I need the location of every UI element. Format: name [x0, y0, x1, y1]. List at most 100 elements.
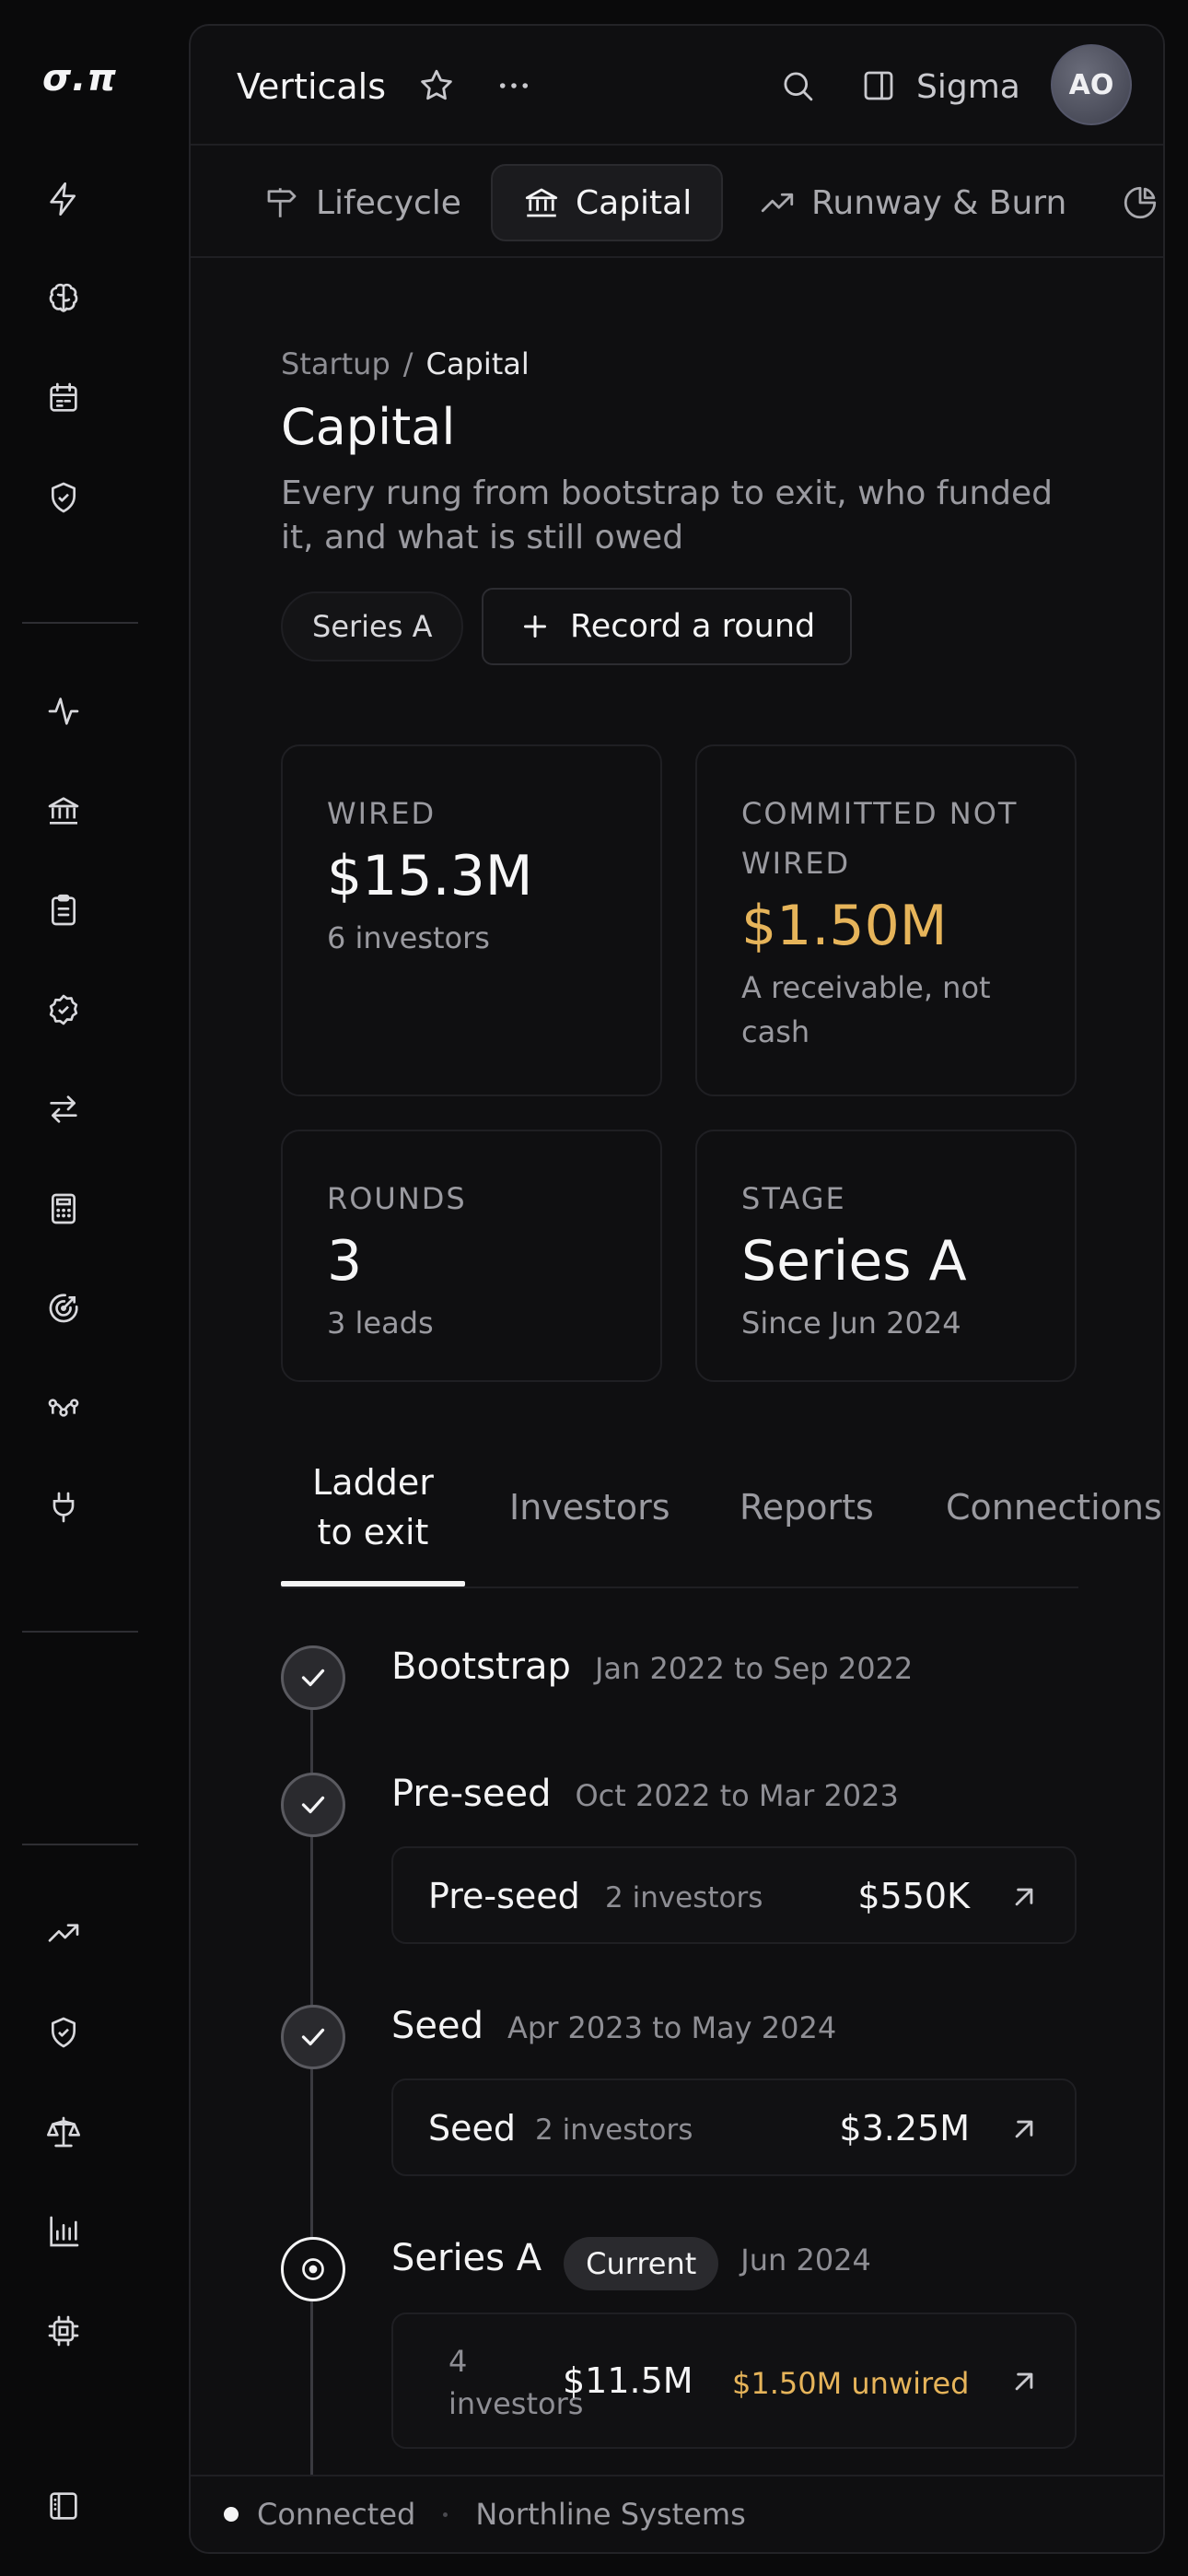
- stat-label: WIRED: [327, 796, 437, 831]
- tab-ladder-to-exit[interactable]: Ladder to exit: [299, 1458, 447, 1557]
- stage-title: Bootstrap Jan 2022 to Sep 2022: [391, 1645, 913, 1688]
- tab-connections[interactable]: Connections: [946, 1482, 1162, 1532]
- star-icon[interactable]: [417, 66, 456, 105]
- main-panel: Verticals Sigma AO Lifecycle Capital Run…: [189, 24, 1165, 2554]
- breadcrumb-parent[interactable]: Startup: [281, 346, 390, 381]
- scale-icon[interactable]: [40, 2108, 87, 2156]
- section-tabs-divider: [281, 1587, 1078, 1588]
- tab-investors[interactable]: Investors: [509, 1482, 670, 1532]
- active-tab-indicator: [281, 1581, 465, 1587]
- stage-dates: Apr 2023 to May 2024: [507, 2010, 837, 2045]
- round-unwired: $1.50M unwired: [732, 2366, 970, 2401]
- bank-icon[interactable]: [40, 787, 87, 835]
- chip-icon[interactable]: [40, 2307, 87, 2355]
- page-title: Capital: [281, 398, 456, 456]
- activity-icon[interactable]: [40, 687, 87, 735]
- stat-card-rounds: ROUNDS 3 3 leads: [281, 1130, 662, 1382]
- rail-divider: [22, 622, 138, 624]
- arrows-exchange-icon[interactable]: [40, 1085, 87, 1133]
- stage-node-done: [281, 2005, 345, 2069]
- shield-icon[interactable]: [40, 2008, 87, 2056]
- check-icon: [297, 2020, 330, 2054]
- stage-title: Seed Apr 2023 to May 2024: [391, 2005, 836, 2047]
- tab-capital[interactable]: Capital: [491, 164, 724, 241]
- round-investors: 2 investors: [535, 2113, 693, 2147]
- round-amount: $3.25M: [839, 2108, 970, 2149]
- stat-label: STAGE: [741, 1181, 846, 1216]
- stage-dates: Jan 2022 to Sep 2022: [594, 1651, 914, 1686]
- organization-name[interactable]: Northline Systems: [475, 2497, 745, 2532]
- panel-toggle-icon[interactable]: [859, 66, 898, 105]
- tab-overflow[interactable]: [1091, 164, 1163, 241]
- stage-dates: Jun 2024: [740, 2242, 871, 2277]
- tab-label: Lifecycle: [316, 183, 461, 222]
- signpost-icon: [262, 183, 301, 222]
- status-separator: [443, 2512, 448, 2517]
- avatar[interactable]: AO: [1051, 44, 1132, 125]
- stage-name: Seed: [391, 2005, 483, 2047]
- record-round-label: Record a round: [570, 608, 816, 645]
- stat-card-stage: STAGE Series A Since Jun 2024: [695, 1130, 1077, 1382]
- open-round-icon[interactable]: [1007, 1879, 1042, 1914]
- round-name: Pre-seed: [428, 1876, 580, 1916]
- round-row[interactable]: Pre-seed 2 investors $550K: [391, 1846, 1077, 1944]
- more-options-icon[interactable]: [495, 66, 533, 105]
- app-logo[interactable]: σ.π: [42, 57, 117, 100]
- connection-status: Connected: [257, 2497, 416, 2532]
- plug-icon[interactable]: [40, 1483, 87, 1531]
- check-icon: [297, 1788, 330, 1821]
- trending-up-icon: [758, 183, 797, 222]
- stage-node-done: [281, 1773, 345, 1837]
- tab-label: Runway & Burn: [811, 183, 1067, 222]
- stat-value: $1.50M: [741, 894, 948, 958]
- stage-dates: Oct 2022 to Mar 2023: [575, 1778, 899, 1813]
- brain-icon[interactable]: [40, 275, 87, 322]
- search-icon[interactable]: [778, 66, 817, 105]
- record-round-button[interactable]: Record a round: [482, 588, 853, 665]
- stat-note: 6 investors: [327, 920, 490, 955]
- stage-name: Series A: [391, 2237, 542, 2279]
- stage-chip[interactable]: Series A: [281, 591, 464, 662]
- sidebar-toggle-icon[interactable]: [40, 2482, 87, 2530]
- network-icon[interactable]: [40, 1384, 87, 1432]
- stat-label: COMMITTED NOT WIRED: [741, 796, 1019, 881]
- trending-up-icon[interactable]: [40, 1909, 87, 1957]
- plus-icon: [518, 610, 552, 643]
- shield-check-icon[interactable]: [40, 474, 87, 521]
- round-investors: 4 investors: [448, 2344, 584, 2421]
- calculator-icon[interactable]: [40, 1185, 87, 1233]
- stat-note: 3 leads: [327, 1306, 434, 1341]
- tab-runway-burn[interactable]: Runway & Burn: [728, 164, 1096, 241]
- breadcrumb-separator: /: [402, 346, 413, 381]
- rail-divider: [22, 1631, 138, 1633]
- bolt-icon[interactable]: [40, 175, 87, 223]
- open-round-icon[interactable]: [1007, 2112, 1042, 2147]
- left-rail: σ.π: [0, 0, 188, 2576]
- round-row[interactable]: 4 investors $11.5M $1.50M unwired: [391, 2313, 1077, 2449]
- open-round-icon[interactable]: [1007, 2364, 1042, 2399]
- top-bar: Verticals Sigma AO: [191, 26, 1163, 146]
- tab-reports[interactable]: Reports: [740, 1482, 874, 1532]
- badge-check-icon[interactable]: [40, 986, 87, 1034]
- calendar-icon[interactable]: [40, 374, 87, 422]
- status-bar: Connected Northline Systems: [191, 2475, 1163, 2552]
- connection-status-dot: [224, 2507, 239, 2522]
- round-amount: $11.5M: [563, 2360, 693, 2401]
- user-name[interactable]: Sigma: [916, 68, 1020, 106]
- clipboard-icon[interactable]: [40, 886, 87, 934]
- check-icon: [297, 1661, 330, 1694]
- tab-lifecycle[interactable]: Lifecycle: [233, 164, 491, 241]
- bar-chart-icon[interactable]: [40, 2207, 87, 2255]
- workspace-title: Verticals: [237, 66, 387, 107]
- stage-node-current: [281, 2237, 345, 2301]
- stat-note: A receivable, not cash: [741, 970, 991, 1049]
- stage-node-done: [281, 1645, 345, 1710]
- stage-name: Bootstrap: [391, 1645, 571, 1688]
- target-icon[interactable]: [40, 1284, 87, 1332]
- stat-value: Series A: [741, 1229, 967, 1294]
- breadcrumb: Startup / Capital: [281, 346, 530, 381]
- current-badge: Current: [564, 2237, 719, 2290]
- stage-title: Series A Current Jun 2024: [391, 2237, 871, 2290]
- round-row[interactable]: Seed 2 investors $3.25M: [391, 2078, 1077, 2176]
- page-subtitle: Every rung from bootstrap to exit, who f…: [281, 474, 1054, 556]
